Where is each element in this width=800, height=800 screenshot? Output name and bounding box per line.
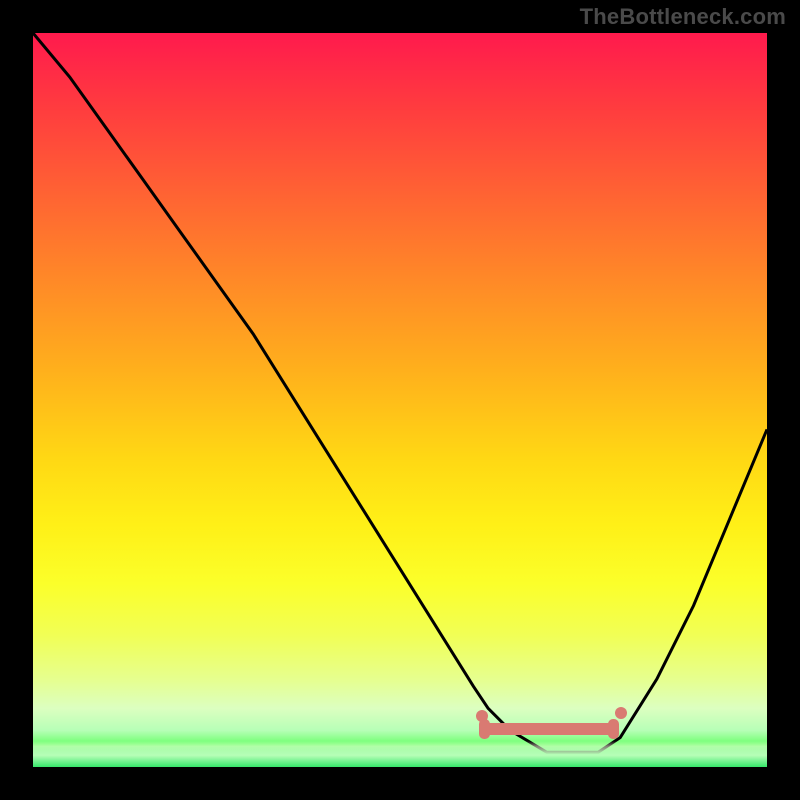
watermark-text: TheBottleneck.com (580, 4, 786, 30)
highlight-band (483, 723, 615, 735)
highlight-dot-right (615, 707, 627, 719)
bottom-green-band (33, 741, 767, 767)
curve-path (33, 33, 767, 752)
highlight-dot-left (476, 710, 488, 722)
chart-frame: TheBottleneck.com .salmon-bar::before { … (0, 0, 800, 800)
plot-area: .salmon-bar::before { left: -4px; } .sal… (33, 33, 767, 767)
bottleneck-curve (33, 33, 767, 767)
